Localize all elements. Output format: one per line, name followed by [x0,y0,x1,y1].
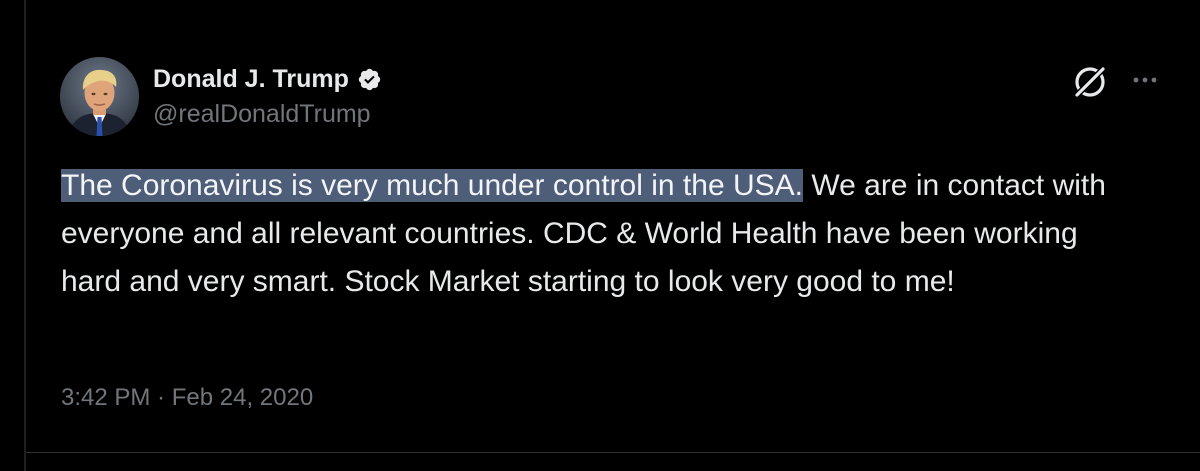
timestamp-separator: · [150,384,172,411]
grok-icon[interactable] [1068,60,1112,104]
display-name[interactable]: Donald J. Trump [153,65,349,94]
divider [26,452,1200,453]
verified-badge-icon[interactable] [357,67,382,92]
highlighted-text-selection: The Coronavirus is very much under contr… [61,169,803,202]
tweet-time[interactable]: 3:42 PM [61,384,150,411]
tweet-timestamp: 3:42 PM · Feb 24, 2020 [61,384,313,412]
tweet-date[interactable]: Feb 24, 2020 [172,384,313,411]
author-name-row: Donald J. Trump [153,61,382,97]
avatar[interactable] [60,57,139,136]
tweet-text: The Coronavirus is very much under contr… [61,162,1141,306]
author-handle[interactable]: @realDonaldTrump [153,100,371,129]
more-options-icon[interactable] [1128,63,1162,97]
timeline-border [24,0,26,471]
tweet-card: Donald J. Trump @realDonaldTrump The Cor… [0,0,1200,471]
